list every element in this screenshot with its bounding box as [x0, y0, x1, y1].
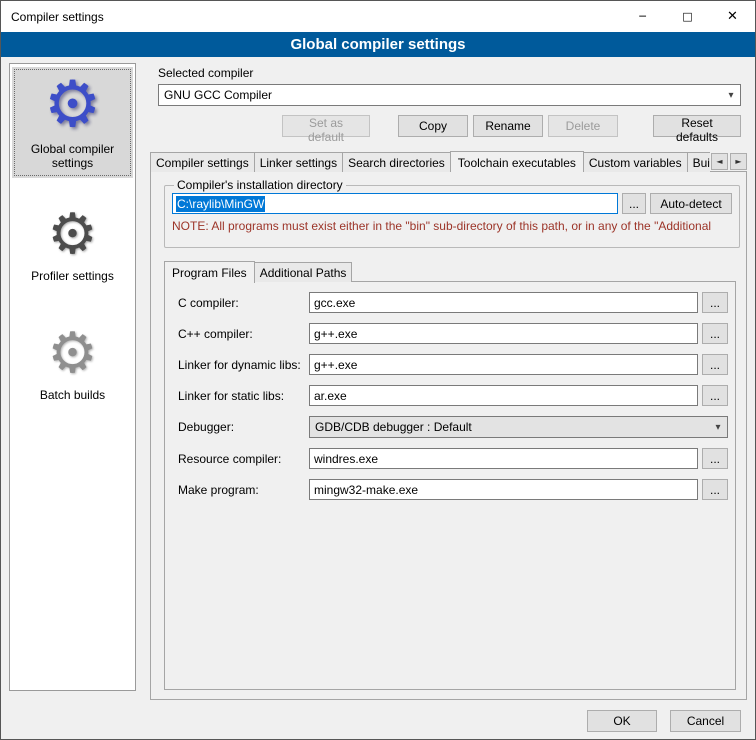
linker-static-input[interactable]	[309, 385, 698, 406]
selected-compiler-value: GNU GCC Compiler	[164, 88, 272, 102]
linker-dynamic-input[interactable]	[309, 354, 698, 375]
tab-scroll-right-button[interactable]: ►	[730, 153, 747, 170]
toolchain-executables-panel: Compiler's installation directory C:\ray…	[150, 171, 747, 700]
tab-search-directories[interactable]: Search directories	[342, 152, 451, 172]
sidebar-item-profiler-settings[interactable]: ⚙ Profiler settings	[12, 200, 133, 291]
window-controls: ─ □ ✕	[620, 1, 755, 32]
tab-build-options[interactable]: Build options	[687, 152, 710, 172]
c-compiler-label: C compiler:	[178, 296, 305, 310]
installation-directory-group: Compiler's installation directory C:\ray…	[164, 178, 740, 248]
sidebar-item-label: Profiler settings	[14, 269, 131, 283]
reset-defaults-button[interactable]: Reset defaults	[653, 115, 741, 137]
tab-scroll-buttons: ◄ ►	[711, 153, 747, 172]
titlebar: Compiler settings ─ □ ✕	[1, 1, 755, 32]
cpp-compiler-browse-button[interactable]: ...	[702, 323, 728, 344]
selected-text: C:\raylib\MinGW	[176, 196, 265, 212]
installation-directory-group-title: Compiler's installation directory	[174, 178, 346, 192]
linker-static-label: Linker for static libs:	[178, 389, 305, 403]
program-files-panel: C compiler: ... C++ compiler: ... Linker…	[164, 281, 736, 690]
delete-button[interactable]: Delete	[548, 115, 618, 137]
settings-tab-strip: Compiler settings Linker settings Search…	[150, 151, 747, 172]
linker-dynamic-label: Linker for dynamic libs:	[178, 358, 305, 372]
c-compiler-browse-button[interactable]: ...	[702, 292, 728, 313]
sidebar-item-batch-builds[interactable]: ⚙ Batch builds	[12, 319, 133, 410]
selected-compiler-dropdown[interactable]: GNU GCC Compiler ▾	[158, 84, 741, 106]
dialog-header: Global compiler settings	[1, 32, 755, 57]
resource-compiler-input[interactable]	[309, 448, 698, 469]
resource-compiler-label: Resource compiler:	[178, 452, 305, 466]
tab-scroll-left-button[interactable]: ◄	[711, 153, 728, 170]
debugger-dropdown[interactable]: GDB/CDB debugger : Default ▾	[309, 416, 728, 438]
program-files-tab-strip: Program Files Additional Paths	[164, 261, 351, 282]
bin-subdirectory-note: NOTE: All programs must exist either in …	[172, 219, 732, 233]
tab-compiler-settings[interactable]: Compiler settings	[150, 152, 255, 172]
debugger-label: Debugger:	[178, 420, 305, 434]
toolchain-form: C compiler: ... C++ compiler: ... Linker…	[178, 292, 728, 500]
sidebar-item-label: Batch builds	[14, 388, 131, 402]
settings-category-list: ⚙ Global compiler settings ⚙ Profiler se…	[9, 63, 136, 691]
gear-icon: ⚙	[14, 205, 131, 265]
resource-compiler-browse-button[interactable]: ...	[702, 448, 728, 469]
make-program-browse-button[interactable]: ...	[702, 479, 728, 500]
cancel-button[interactable]: Cancel	[670, 710, 741, 732]
linker-static-browse-button[interactable]: ...	[702, 385, 728, 406]
window-title: Compiler settings	[11, 10, 104, 24]
minimize-button[interactable]: ─	[620, 1, 665, 32]
maximize-button[interactable]: □	[665, 1, 710, 32]
sidebar-item-global-compiler-settings[interactable]: ⚙ Global compiler settings	[12, 67, 133, 178]
set-as-default-button[interactable]: Set as default	[282, 115, 370, 137]
make-program-input[interactable]	[309, 479, 698, 500]
settings-tabs: Compiler settings Linker settings Search…	[150, 151, 710, 172]
rename-button[interactable]: Rename	[473, 115, 543, 137]
chevron-down-icon: ▾	[709, 417, 727, 437]
c-compiler-input[interactable]	[309, 292, 698, 313]
installation-directory-input[interactable]: C:\raylib\MinGW	[172, 193, 618, 214]
auto-detect-button[interactable]: Auto-detect	[650, 193, 732, 214]
main-content: Selected compiler GNU GCC Compiler ▾ Set…	[146, 63, 749, 691]
make-program-label: Make program:	[178, 483, 305, 497]
close-button[interactable]: ✕	[710, 1, 755, 32]
ok-button[interactable]: OK	[587, 710, 657, 732]
tab-linker-settings[interactable]: Linker settings	[254, 152, 343, 172]
cpp-compiler-input[interactable]	[309, 323, 698, 344]
gear-icon: ⚙	[14, 324, 131, 384]
linker-dynamic-browse-button[interactable]: ...	[702, 354, 728, 375]
sidebar-item-label: Global compiler settings	[14, 142, 131, 170]
selected-compiler-label: Selected compiler	[158, 66, 253, 80]
tab-toolchain-executables[interactable]: Toolchain executables	[450, 151, 584, 172]
subtab-additional-paths[interactable]: Additional Paths	[254, 262, 353, 282]
compiler-settings-window: Compiler settings ─ □ ✕ Global compiler …	[0, 0, 756, 740]
gear-icon: ⚙	[14, 72, 131, 138]
debugger-value: GDB/CDB debugger : Default	[315, 420, 472, 434]
subtab-program-files[interactable]: Program Files	[164, 261, 255, 283]
installation-directory-row: C:\raylib\MinGW ... Auto-detect	[172, 193, 732, 214]
tab-custom-variables[interactable]: Custom variables	[583, 152, 688, 172]
cpp-compiler-label: C++ compiler:	[178, 327, 305, 341]
compiler-action-buttons: Set as default Copy Rename Delete Reset …	[158, 115, 741, 137]
browse-directory-button[interactable]: ...	[622, 193, 646, 214]
chevron-down-icon: ▾	[722, 85, 740, 105]
copy-button[interactable]: Copy	[398, 115, 468, 137]
